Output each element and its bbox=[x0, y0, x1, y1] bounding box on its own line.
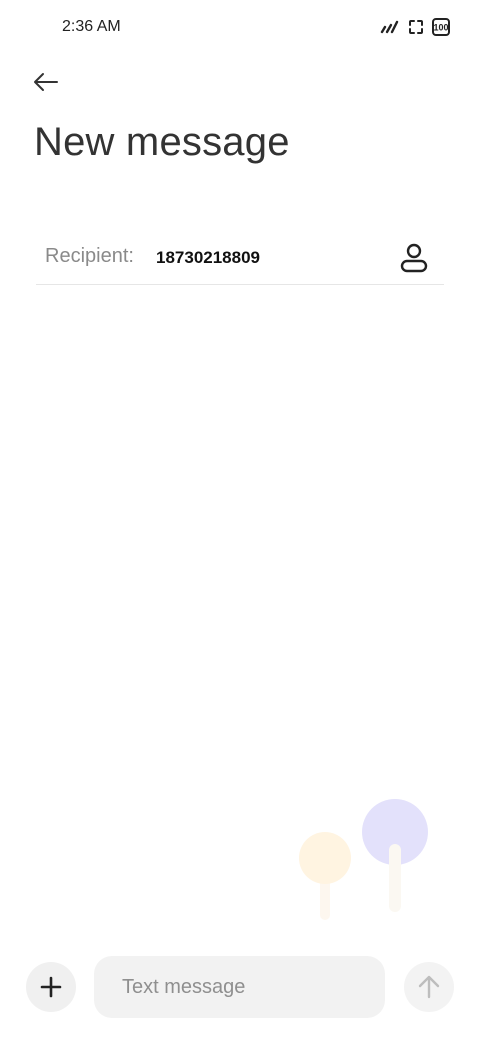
status-time: 2:36 AM bbox=[62, 18, 121, 35]
page-title: New message bbox=[34, 120, 290, 164]
battery-level: 100 bbox=[433, 23, 448, 33]
plus-icon bbox=[40, 976, 62, 998]
message-input[interactable] bbox=[94, 956, 385, 1018]
contact-picker-button[interactable] bbox=[394, 238, 434, 278]
yellow-stem bbox=[320, 868, 330, 920]
purple-stem bbox=[389, 844, 401, 912]
arrow-up-icon bbox=[418, 975, 440, 999]
signal-icon bbox=[380, 20, 399, 34]
recipient-value[interactable]: 18730218809 bbox=[156, 248, 260, 268]
recipient-label: Recipient: bbox=[45, 245, 134, 267]
yellow-balloon bbox=[299, 832, 351, 884]
recipient-field[interactable]: Recipient: 18730218809 bbox=[36, 232, 444, 285]
arrow-left-icon bbox=[34, 73, 58, 91]
send-button[interactable] bbox=[404, 962, 454, 1012]
add-attachment-button[interactable] bbox=[26, 962, 76, 1012]
status-icons: 100 bbox=[380, 18, 450, 36]
screen-record-icon bbox=[409, 20, 423, 34]
status-bar: 2:36 AM 100 bbox=[0, 0, 480, 56]
back-button[interactable] bbox=[26, 62, 66, 102]
person-icon bbox=[400, 243, 428, 273]
battery-icon: 100 bbox=[432, 18, 450, 36]
composer-bar bbox=[0, 950, 480, 1030]
purple-balloon bbox=[362, 799, 428, 865]
